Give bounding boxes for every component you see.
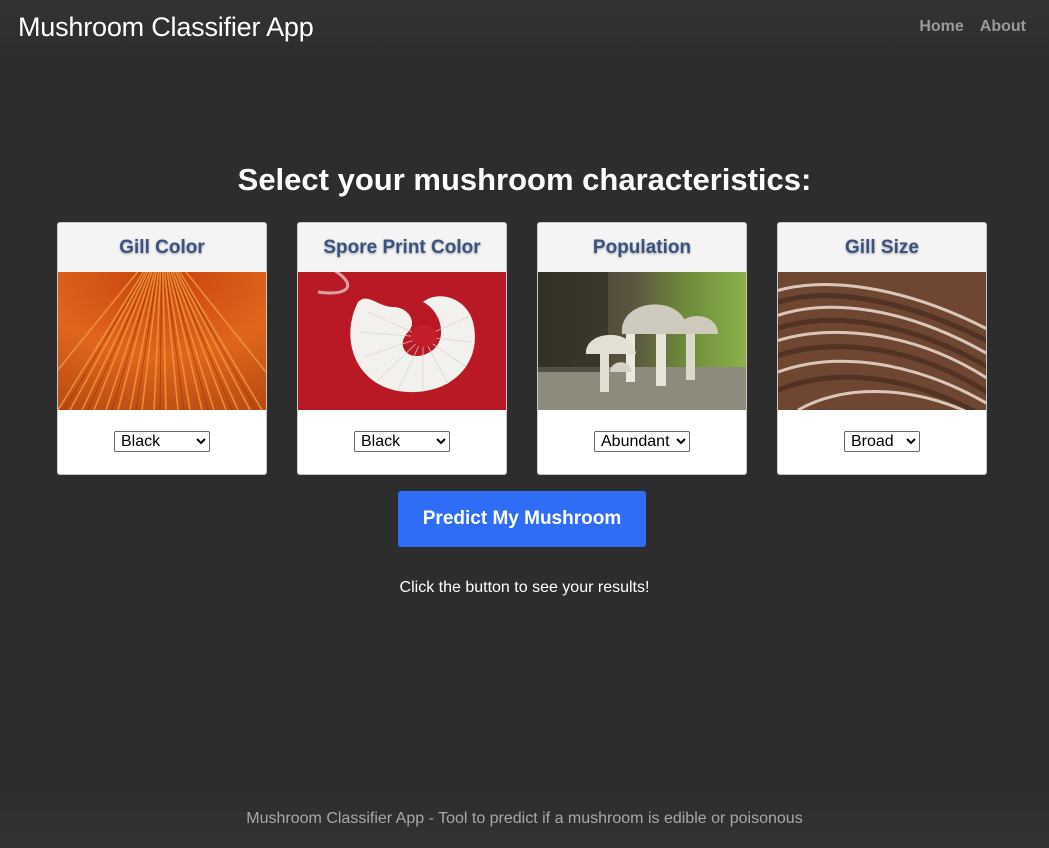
- population-select[interactable]: Abundant: [594, 431, 690, 452]
- gill-size-title: Gill Size: [778, 223, 986, 272]
- gill-color-card: Gill Color Black: [57, 222, 267, 475]
- gill-size-image: [778, 272, 986, 410]
- app-brand[interactable]: Mushroom Classifier App: [18, 12, 314, 43]
- population-card: Population Abundant: [537, 222, 747, 475]
- gill-color-select[interactable]: Black: [114, 431, 210, 452]
- spore-print-color-card: Spore Print Color Black: [297, 222, 507, 475]
- result-hint: Click the button to see your results!: [399, 579, 650, 596]
- footer-text: Mushroom Classifier App - Tool to predic…: [246, 810, 803, 827]
- gill-size-card: Gill Size Broad: [777, 222, 987, 475]
- spore-print-color-select[interactable]: Black: [354, 431, 450, 452]
- gill-size-select[interactable]: Broad: [844, 431, 920, 452]
- spore-print-color-title: Spore Print Color: [298, 223, 506, 272]
- page-heading: Select your mushroom characteristics:: [237, 162, 812, 197]
- nav-links: Home About: [919, 18, 1026, 36]
- nav-home-link[interactable]: Home: [919, 18, 963, 36]
- nav-about-link[interactable]: About: [980, 18, 1026, 36]
- predict-button[interactable]: Predict My Mushroom: [398, 491, 646, 547]
- footer: Mushroom Classifier App - Tool to predic…: [0, 790, 1049, 848]
- population-image: [538, 272, 746, 410]
- navbar: Mushroom Classifier App Home About: [0, 0, 1049, 58]
- gill-color-title: Gill Color: [58, 223, 266, 272]
- population-title: Population: [538, 223, 746, 272]
- gill-color-image: [58, 272, 266, 410]
- spore-print-color-image: [298, 272, 506, 410]
